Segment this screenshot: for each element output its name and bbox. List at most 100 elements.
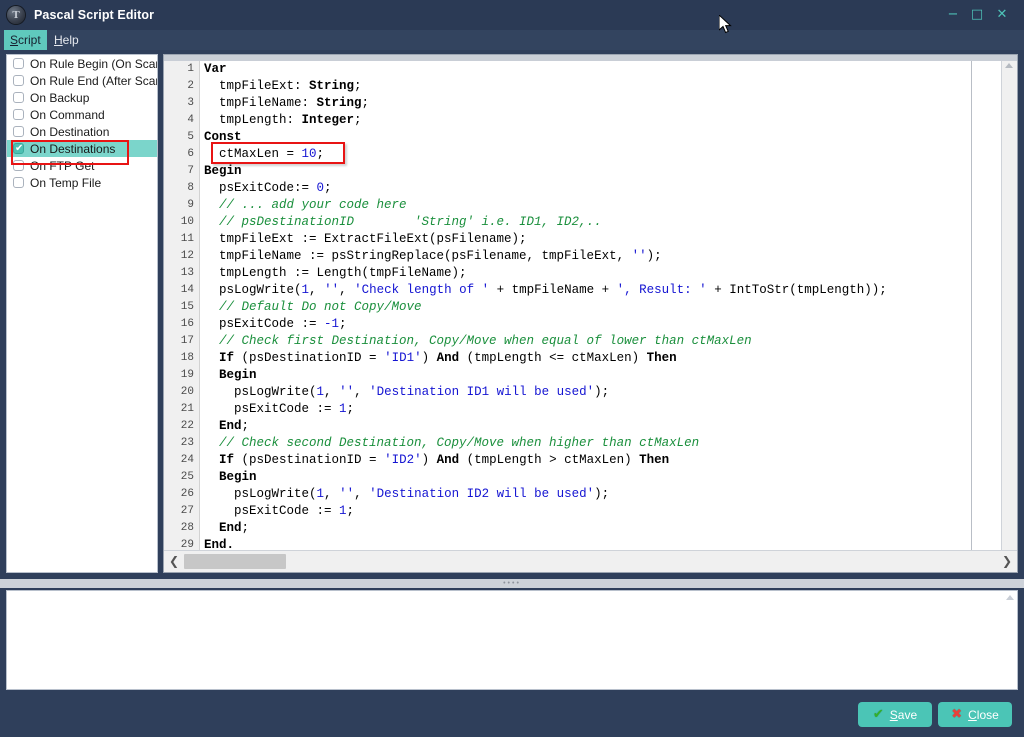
sidebar-item-on-backup[interactable]: On Backup: [7, 89, 157, 106]
code-line[interactable]: Begin: [200, 469, 1001, 486]
line-number: 4: [187, 114, 194, 126]
code-line[interactable]: tmpFileName := psStringReplace(psFilenam…: [200, 248, 1001, 265]
code-text-area[interactable]: Var tmpFileExt: String; tmpFileName: Str…: [200, 61, 1001, 550]
code-token: tmpLength := Length(tmpFileName);: [204, 266, 467, 280]
sidebar-item-on-destination[interactable]: On Destination: [7, 123, 157, 140]
code-token: +: [594, 283, 617, 297]
close-button-label: Close: [968, 707, 999, 722]
code-line[interactable]: tmpLength: Integer;: [200, 112, 1001, 129]
code-line[interactable]: psExitCode:= 0;: [200, 180, 1001, 197]
code-line[interactable]: // Check second Destination, Copy/Move w…: [200, 435, 1001, 452]
code-token: ;: [324, 181, 332, 195]
event-list-panel[interactable]: On Rule Begin (On Scan) On Rule End (Afte…: [6, 54, 158, 573]
output-vertical-scrollbar[interactable]: [1004, 591, 1017, 689]
code-line[interactable]: // ... add your code here: [200, 197, 1001, 214]
sidebar-item-on-rule-end-after-scan[interactable]: On Rule End (After Scan): [7, 72, 157, 89]
code-token: Then: [639, 453, 670, 467]
code-line[interactable]: ctMaxLen = 10;: [200, 146, 1001, 163]
sidebar-item-label: On Destinations: [30, 141, 116, 156]
code-token: 'Destination ID2 will be used': [369, 487, 595, 501]
editor-vertical-scrollbar[interactable]: [1001, 61, 1017, 550]
code-token: If: [219, 453, 235, 467]
line-number: 11: [180, 233, 194, 245]
menu-item-script[interactable]: Script: [4, 30, 47, 50]
code-token: (psDestinationID =: [234, 453, 385, 467]
code-line[interactable]: // Check first Destination, Copy/Move wh…: [200, 333, 1001, 350]
checkbox-3[interactable]: [13, 109, 24, 120]
code-token: ): [421, 351, 437, 365]
code-line[interactable]: If (psDestinationID = 'ID1') And (tmpLen…: [200, 350, 1001, 367]
line-number: 9: [187, 199, 194, 211]
output-log-panel[interactable]: [6, 590, 1018, 690]
code-token: tmpFileName:: [204, 96, 317, 110]
code-line[interactable]: tmpFileExt: String;: [200, 78, 1001, 95]
horizontal-scroll-thumb[interactable]: [184, 554, 286, 569]
checkbox-1[interactable]: [13, 75, 24, 86]
code-line[interactable]: tmpFileExt := ExtractFileExt(psFilename)…: [200, 231, 1001, 248]
output-scroll-up-arrow-icon[interactable]: [1006, 595, 1014, 600]
line-number: 7: [187, 165, 194, 177]
code-token: If: [219, 351, 235, 365]
close-icon[interactable]: ✕: [993, 6, 1011, 24]
save-button[interactable]: ✔ Save: [858, 702, 932, 727]
line-number: 21: [180, 403, 194, 415]
splitter-grip-icon: ••••: [503, 580, 521, 587]
code-line[interactable]: tmpFileName: String;: [200, 95, 1001, 112]
code-token: +: [706, 283, 730, 297]
panel-splitter[interactable]: ••••: [0, 579, 1024, 588]
code-line[interactable]: psLogWrite(1, '', 'Destination ID1 will …: [200, 384, 1001, 401]
code-line[interactable]: Const: [200, 129, 1001, 146]
code-token: ', Result: ': [616, 283, 707, 297]
line-number: 12: [180, 250, 194, 262]
checkbox-4[interactable]: [13, 126, 24, 137]
sidebar-item-on-command[interactable]: On Command: [7, 106, 157, 123]
code-line[interactable]: psLogWrite(1, '', 'Check length of ' + t…: [200, 282, 1001, 299]
code-token: ): [421, 453, 437, 467]
code-line[interactable]: End.: [200, 537, 1001, 550]
code-line[interactable]: tmpLength := Length(tmpFileName);: [200, 265, 1001, 282]
line-number: 3: [187, 97, 194, 109]
code-line[interactable]: End;: [200, 520, 1001, 537]
code-token: 1: [339, 504, 347, 518]
sidebar-item-on-ftp-get[interactable]: On FTP Get: [7, 157, 157, 174]
checkbox-2[interactable]: [13, 92, 24, 103]
code-line[interactable]: Begin: [200, 163, 1001, 180]
sidebar-item-label: On Backup: [30, 90, 90, 105]
sidebar-item-on-temp-file[interactable]: On Temp File: [7, 174, 157, 191]
code-token: 'ID2': [384, 453, 422, 467]
close-button[interactable]: ✖ Close: [938, 702, 1012, 727]
scroll-right-arrow-icon[interactable]: ❯: [1000, 554, 1014, 569]
event-checkbox-list[interactable]: On Rule Begin (On Scan) On Rule End (Afte…: [7, 55, 157, 191]
code-token: '': [339, 385, 355, 399]
checkbox-7[interactable]: [13, 177, 24, 188]
code-line[interactable]: // Default Do not Copy/Move: [200, 299, 1001, 316]
sidebar-item-on-destinations[interactable]: ✔ On Destinations: [7, 140, 157, 157]
code-line[interactable]: psLogWrite(1, '', 'Destination ID2 will …: [200, 486, 1001, 503]
checkbox-5[interactable]: ✔: [13, 143, 24, 154]
code-editor-panel[interactable]: 1 2 3 4 5 6 7 8 9 10 11 12 13 14 15 16 17 18 19 20 21 22 23 24 2…: [163, 54, 1018, 573]
code-line[interactable]: End;: [200, 418, 1001, 435]
code-token: ;: [241, 521, 250, 535]
maximize-icon[interactable]: □: [968, 6, 986, 24]
menu-item-help[interactable]: Help: [48, 30, 85, 50]
code-line[interactable]: psExitCode := -1;: [200, 316, 1001, 333]
code-line[interactable]: If (psDestinationID = 'ID2') And (tmpLen…: [200, 452, 1001, 469]
checkbox-6[interactable]: [13, 160, 24, 171]
code-line[interactable]: Var: [200, 61, 1001, 78]
scroll-up-arrow-icon[interactable]: [1005, 63, 1013, 68]
code-line[interactable]: psExitCode := 1;: [200, 401, 1001, 418]
code-token: End: [219, 419, 242, 433]
editor-horizontal-scrollbar[interactable]: ❮ ❯: [164, 550, 1017, 572]
scroll-left-arrow-icon[interactable]: ❮: [167, 554, 181, 569]
code-token: 1: [316, 487, 325, 501]
code-line[interactable]: // psDestinationID 'String' i.e. ID1, ID…: [200, 214, 1001, 231]
sidebar-item-label: On FTP Get: [30, 158, 95, 173]
sidebar-item-on-rule-begin-on-scan[interactable]: On Rule Begin (On Scan): [7, 55, 157, 72]
code-token: psLogWrite(: [204, 385, 317, 399]
minimize-icon[interactable]: −: [944, 6, 962, 24]
code-line[interactable]: psExitCode := 1;: [200, 503, 1001, 520]
checkbox-0[interactable]: [13, 58, 24, 69]
code-token: IntToStr(tmpLength));: [729, 283, 887, 297]
code-line[interactable]: Begin: [200, 367, 1001, 384]
